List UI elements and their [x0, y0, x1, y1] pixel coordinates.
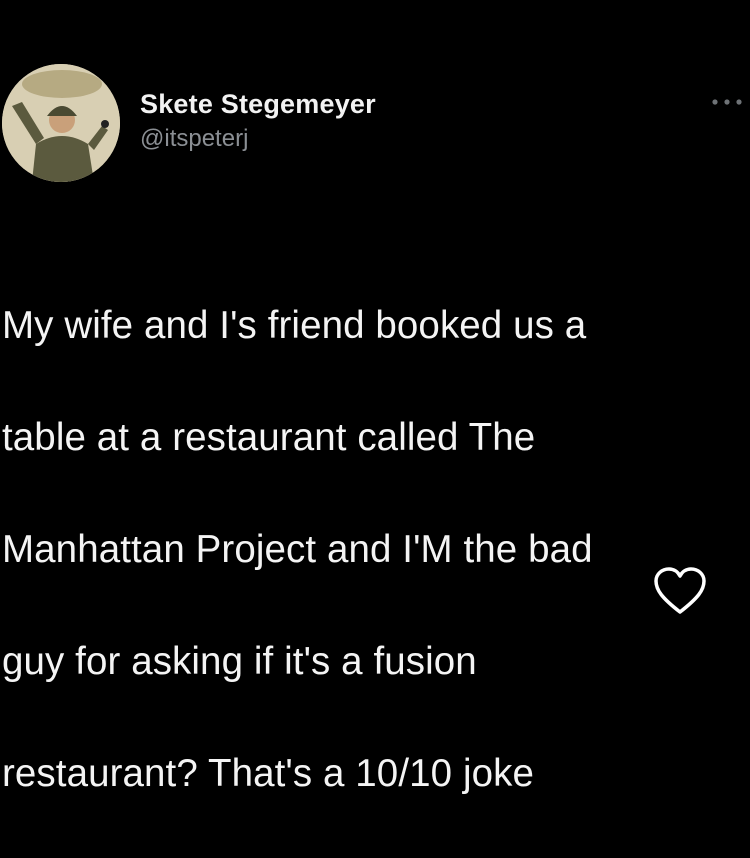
tweet-text: My wife and I's friend booked us a table…: [2, 242, 748, 858]
author-display-name[interactable]: Skete Stegemeyer: [140, 88, 376, 120]
author-info: Skete Stegemeyer @itspeterj: [140, 88, 376, 154]
author-handle[interactable]: @itspeterj: [140, 124, 376, 154]
tweet-text-line: My wife and I's friend booked us a: [2, 304, 587, 347]
more-options-icon[interactable]: [710, 95, 744, 109]
tweet-text-line: Manhattan Project and I'M the bad: [2, 528, 593, 571]
tweet-text-line: guy for asking if it's a fusion: [2, 640, 477, 683]
tweet-text-line: restaurant? That's a 10/10 joke: [2, 752, 534, 795]
heart-outline-icon[interactable]: [652, 566, 708, 616]
avatar[interactable]: [2, 64, 120, 182]
tweet-card: Skete Stegemeyer @itspeterj My wife and …: [0, 0, 750, 795]
avatar-image: [2, 64, 120, 182]
tweet-text-line: table at a restaurant called The: [2, 416, 536, 459]
